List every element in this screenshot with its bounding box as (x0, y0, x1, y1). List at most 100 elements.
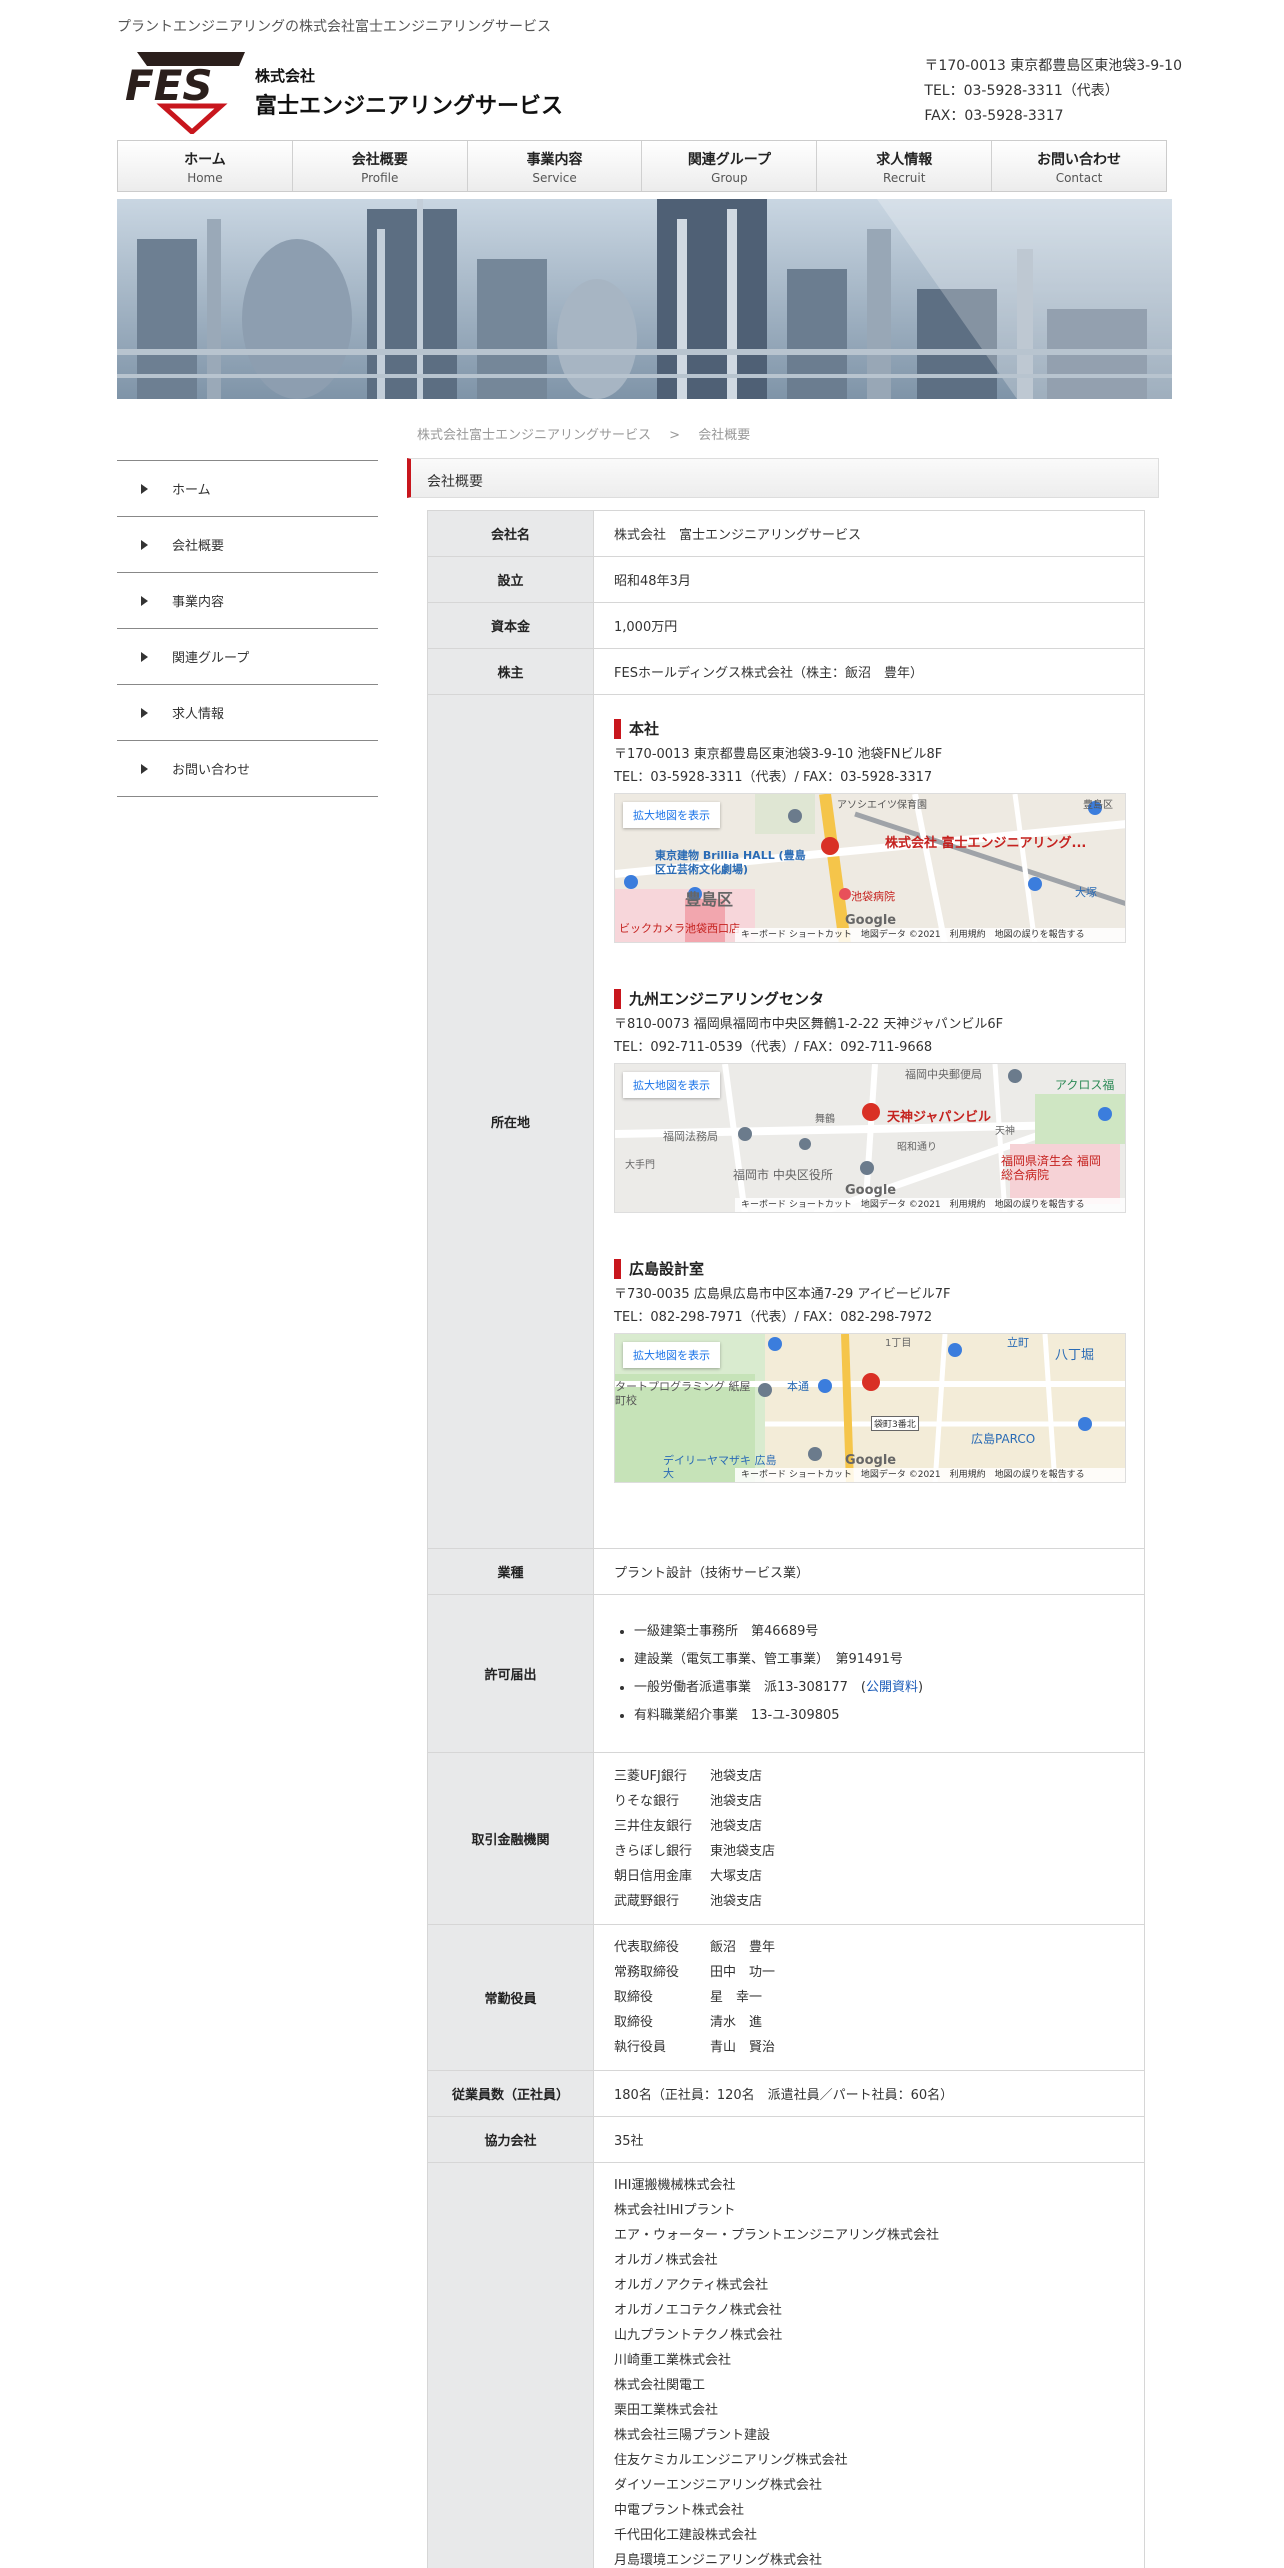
nav-home[interactable]: ホーム Home (118, 141, 293, 191)
map-place-label: アソシエイツ保育園 (837, 800, 927, 811)
side-nav: ホーム 会社概要 事業内容 関連グループ 求人情報 お問い合わせ (117, 460, 378, 797)
site-tagline: プラントエンジニアリングの株式会社富士エンジニアリングサービス (117, 19, 551, 35)
list-item: 株式会社関電工 (614, 2378, 706, 2393)
map-enlarge-button[interactable]: 拡大地図を表示 (623, 1342, 720, 1368)
row-label: 従業員数（正社員） (427, 2070, 594, 2117)
office-tel: TEL：03-5928-3311（代表）/ FAX：03-5928-3317 (614, 770, 933, 785)
table-row: 取引金融機関 三菱UFJ銀行 池袋支店 りそな銀行 池袋支店 三井住友銀行 池袋支店 … (427, 1752, 1145, 1925)
site-logo[interactable]: FES 株式会社 富士エンジニアリングサービス (117, 50, 563, 134)
table-row: 設立 昭和48年3月 (427, 556, 1145, 603)
officers-cell: 代表取締役 飯沼 豊年 常務取締役 田中 功一 取締役星 幸一 取締役 清水 進 執行… (593, 1924, 1145, 2071)
map-place-label: 福岡市 中央区役所 (733, 1168, 833, 1182)
side-nav-service[interactable]: 事業内容 (117, 573, 378, 629)
side-nav-profile[interactable]: 会社概要 (117, 517, 378, 573)
office-address: 〒170-0013 東京都豊島区東池袋3-9-10 池袋FNビル8F (614, 747, 943, 762)
officers-list: 代表取締役 飯沼 豊年 常務取締役 田中 功一 取締役星 幸一 取締役 清水 進 執行… (614, 1935, 1144, 2060)
row-label: 会社名 (427, 510, 594, 557)
office-block: 九州エンジニアリングセンタ 〒810-0073 福岡県福岡市中央区舞鶴1-2-2… (614, 943, 1144, 1213)
map-place-label: 八丁堀 (1055, 1348, 1095, 1363)
public-document-link[interactable]: 公開資料 (866, 1680, 918, 1695)
list-item: 月島環境エンジニアリング株式会社 (614, 2553, 823, 2568)
office-map[interactable]: 拡大地図を表示 タートプログラミング 紙屋町校 本通 袋町3番北 広島PARCO… (614, 1333, 1126, 1483)
map-footer[interactable]: キーボード ショートカット 地図データ ©2021 利用規約 地図の誤りを報告す… (735, 928, 1125, 942)
list-item: 取締役星 幸一 (614, 1990, 763, 2005)
map-place-label: 大手門 (625, 1160, 655, 1171)
map-place-label: 袋町3番北 (871, 1416, 919, 1431)
list-item: エア・ウォーター・プラントエンジニアリング株式会社 (614, 2228, 940, 2243)
row-label: 株主 (427, 648, 594, 695)
nav-contact[interactable]: お問い合わせ Contact (992, 141, 1166, 191)
map-place-label: 広島PARCO (971, 1432, 1036, 1446)
nav-service[interactable]: 事業内容 Service (468, 141, 643, 191)
header-fax: FAX：03-5928-3317 (924, 108, 1064, 124)
employees-value: 180名（正社員：120名 派遣社員／パート社員：60名） (593, 2070, 1145, 2117)
map-place-label: 福岡中央郵便局 (905, 1068, 982, 1081)
map-place-label: 本通 (787, 1380, 809, 1393)
list-item: 株式会社IHIプラント (614, 2203, 736, 2218)
shareholder-value: FESホールディングス株式会社（株主：飯沼 豊年） (593, 648, 1145, 695)
triangle-right-icon (141, 539, 148, 550)
list-item: オルガノエコテクノ株式会社 (614, 2303, 782, 2318)
map-place-label: 昭和通り (897, 1142, 937, 1153)
header-contact: 〒170-0013 東京都豊島区東池袋3-9-10 TEL：03-5928-33… (924, 54, 1182, 129)
side-nav-recruit[interactable]: 求人情報 (117, 685, 378, 741)
map-enlarge-button[interactable]: 拡大地図を表示 (623, 802, 720, 828)
list-item: 中電プラント株式会社 (614, 2503, 745, 2518)
founded-value: 昭和48年3月 (593, 556, 1145, 603)
locations-cell: 本社 〒170-0013 東京都豊島区東池袋3-9-10 池袋FNビル8F TE… (593, 694, 1145, 1549)
map-place-label: 立町 (1007, 1336, 1029, 1349)
business-value: プラント設計（技術サービス業） (593, 1548, 1145, 1595)
google-logo: Google (845, 1453, 897, 1468)
side-nav-home[interactable]: ホーム (117, 461, 378, 517)
list-item: 株式会社三陽プラント建設 (614, 2428, 771, 2443)
map-footer[interactable]: キーボード ショートカット 地図データ ©2021 利用規約 地図の誤りを報告す… (735, 1468, 1125, 1482)
google-logo: Google (845, 1183, 897, 1198)
banks-list: 三菱UFJ銀行 池袋支店 りそな銀行 池袋支店 三井住友銀行 池袋支店 きらぼし銀行東… (614, 1764, 1144, 1914)
office-block: 広島設計室 〒730-0035 広島県広島市中区本通7-29 アイビービル7F … (614, 1213, 1144, 1483)
logo-company-name: 富士エンジニアリングサービス (255, 93, 564, 119)
triangle-right-icon (141, 483, 148, 494)
table-row: 株主 FESホールディングス株式会社（株主：飯沼 豊年） (427, 648, 1145, 695)
company-info-table: 会社名 株式会社 富士エンジニアリングサービス 設立 昭和48年3月 資本金 1… (427, 510, 1145, 2568)
global-nav: ホーム Home 会社概要 Profile 事業内容 Service 関連グループ Gr… (117, 140, 1167, 192)
hero-plant-image (117, 199, 1172, 399)
list-item: 山九プラントテクノ株式会社 (614, 2328, 783, 2343)
clients-list: IHI運搬機械株式会社 株式会社IHIプラント エア・ウォーター・プラントエンジ… (614, 2173, 1144, 2568)
breadcrumb-current: 会社概要 (698, 428, 751, 443)
table-row: 許可届出 一級建築士事務所 第46689号 建設業（電気工事業、管工事業） 第9… (427, 1594, 1145, 1753)
nav-group[interactable]: 関連グループ Group (642, 141, 818, 191)
table-row: 所在地 本社 〒170-0013 東京都豊島区東池袋3-9-10 池袋FNビル8… (427, 694, 1145, 1549)
list-item: 三井住友銀行 池袋支店 (614, 1818, 763, 1834)
office-map[interactable]: 拡大地図を表示 株式会社 富士エンジニアリング... 東京建物 Brillia … (614, 793, 1126, 943)
list-item: 代表取締役 飯沼 豊年 (614, 1940, 776, 1955)
breadcrumb-home-link[interactable]: 株式会社富士エンジニアリングサービス (417, 428, 651, 443)
map-footer[interactable]: キーボード ショートカット 地図データ ©2021 利用規約 地図の誤りを報告す… (735, 1198, 1125, 1212)
nav-profile[interactable]: 会社概要 Profile (293, 141, 468, 191)
map-place-label: 福岡県済生会 福岡総合病院 (1001, 1154, 1101, 1182)
list-item: 執行役員 青山 賢治 (614, 2040, 776, 2055)
map-place-label: ビックカメラ池袋西口店 (619, 922, 740, 935)
office-address: 〒810-0073 福岡県福岡市中央区舞鶴1-2-22 天神ジャパンビル6F (614, 1017, 1004, 1032)
table-row: IHI運搬機械株式会社 株式会社IHIプラント エア・ウォーター・プラントエンジ… (427, 2162, 1145, 2568)
map-enlarge-button[interactable]: 拡大地図を表示 (623, 1072, 720, 1098)
office-name: 九州エンジニアリングセンタ (614, 989, 1144, 1009)
logo-company-type: 株式会社 (255, 66, 316, 85)
map-place-label: 福岡法務局 (663, 1130, 718, 1143)
list-item: 建設業（電気工事業、管工事業） 第91491号 (634, 1646, 1144, 1674)
row-label: 許可届出 (427, 1594, 594, 1753)
office-map[interactable]: 拡大地図を表示 天神ジャパンビル 福岡中央郵便局 アクロス福 福岡法務局 舞鶴 … (614, 1063, 1126, 1213)
side-nav-contact[interactable]: お問い合わせ (117, 741, 378, 797)
permits-cell: 一級建築士事務所 第46689号 建設業（電気工事業、管工事業） 第91491号… (593, 1594, 1145, 1753)
table-row: 常勤役員 代表取締役 飯沼 豊年 常務取締役 田中 功一 取締役星 幸一 取締役 清水… (427, 1924, 1145, 2071)
map-pin-label: 天神ジャパンビル (887, 1110, 992, 1125)
list-item: 一級建築士事務所 第46689号 (634, 1618, 1144, 1646)
map-place-label: 豊島区 (1083, 800, 1113, 811)
office-block: 本社 〒170-0013 東京都豊島区東池袋3-9-10 池袋FNビル8F TE… (614, 695, 1144, 943)
nav-recruit[interactable]: 求人情報 Recruit (817, 141, 993, 191)
row-label: 常勤役員 (427, 1924, 594, 2071)
row-label: 協力会社 (427, 2116, 594, 2163)
list-item: 常務取締役 田中 功一 (614, 1965, 776, 1980)
side-nav-group[interactable]: 関連グループ (117, 629, 378, 685)
map-place-label: 池袋病院 (851, 890, 895, 903)
breadcrumb-separator: > (669, 428, 681, 443)
